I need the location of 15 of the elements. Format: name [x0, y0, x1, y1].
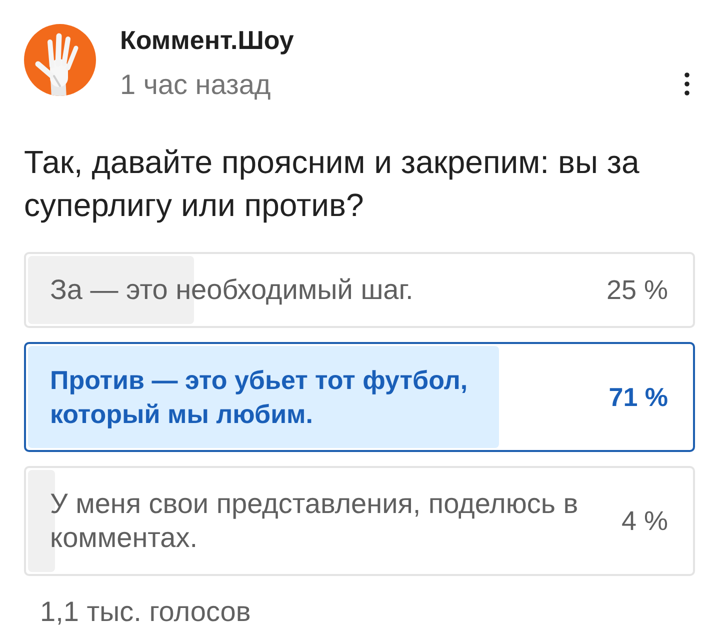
author-name[interactable]: Коммент.Шоу — [120, 24, 294, 56]
option-percent: 71 % — [608, 381, 668, 414]
option-percent: 4 % — [620, 505, 668, 538]
more-options-icon[interactable] — [684, 72, 690, 96]
post-time: 1 час назад — [120, 69, 271, 101]
poll-question: Так, давайте проясним и закрепим: вы за суперлигу или против? — [24, 142, 640, 225]
option-percent: 25 % — [605, 274, 668, 307]
avatar-hand-icon — [24, 24, 96, 96]
option-text: У меня свои представления, поделюсь в комментах. — [50, 487, 580, 555]
poll-option[interactable]: Против — это убьет тот футбол, который мы любим. 71 % — [24, 342, 695, 452]
poll-option[interactable]: У меня свои представления, поделюсь в комментах. 4 % — [24, 466, 695, 576]
vote-count: 1,1 тыс. голосов — [40, 595, 251, 629]
option-text: Против — это убьет тот футбол, который мы любим. — [50, 364, 469, 431]
poll-option[interactable]: За — это необходимый шаг. 25 % — [24, 252, 695, 328]
option-text: За — это необходимый шаг. — [50, 273, 414, 307]
